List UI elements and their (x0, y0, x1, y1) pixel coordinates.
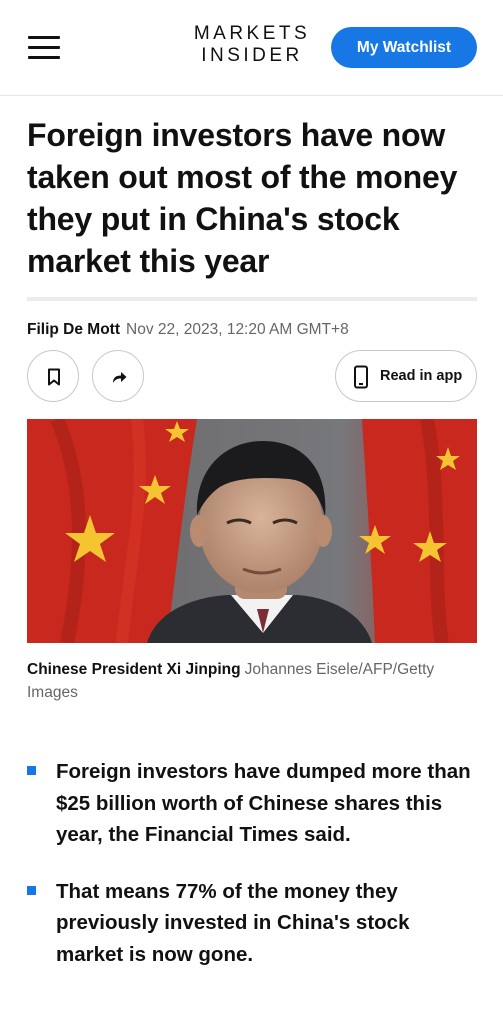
summary-bullet: Foreign investors have dumped more than … (27, 756, 477, 851)
bullet-text: Foreign investors have dumped more than … (56, 760, 471, 846)
phone-icon (354, 365, 368, 389)
article-photo (27, 419, 477, 643)
publish-date: Nov 22, 2023, 12:20 AM GMT+8 (126, 321, 349, 338)
author-link[interactable]: Filip De Mott (27, 321, 120, 338)
logo-line-2: INSIDER (201, 45, 303, 66)
headline-divider (27, 297, 477, 301)
bookmark-button[interactable] (27, 350, 79, 402)
bullet-text: That means 77% of the money they previou… (56, 879, 410, 966)
my-watchlist-button[interactable]: My Watchlist (331, 27, 477, 68)
image-caption: Chinese President Xi Jinping Johannes Eis… (27, 658, 477, 704)
summary-bullets: Foreign investors have dumped more than … (27, 756, 477, 995)
share-button[interactable] (92, 350, 144, 402)
bullet-square-icon (27, 766, 36, 775)
site-header: MARKETS INSIDER My Watchlist (0, 0, 503, 96)
byline: Filip De Mott Nov 22, 2023, 12:20 AM GMT+… (27, 320, 349, 340)
logo-line-1: MARKETS (193, 23, 311, 44)
read-in-app-button[interactable]: Read in app (335, 350, 477, 402)
article-headline: Foreign investors have now taken out mos… (27, 117, 458, 279)
caption-text: Chinese President Xi Jinping (27, 661, 241, 678)
share-icon (113, 372, 127, 383)
hamburger-menu-icon[interactable] (28, 36, 60, 60)
markets-insider-logo[interactable]: MARKETS INSIDER (185, 23, 319, 67)
bullet-square-icon (27, 885, 36, 895)
summary-bullet: That means 77% of the money they previou… (27, 876, 477, 971)
bookmark-icon (48, 368, 60, 386)
read-in-app-label: Read in app (380, 368, 463, 384)
